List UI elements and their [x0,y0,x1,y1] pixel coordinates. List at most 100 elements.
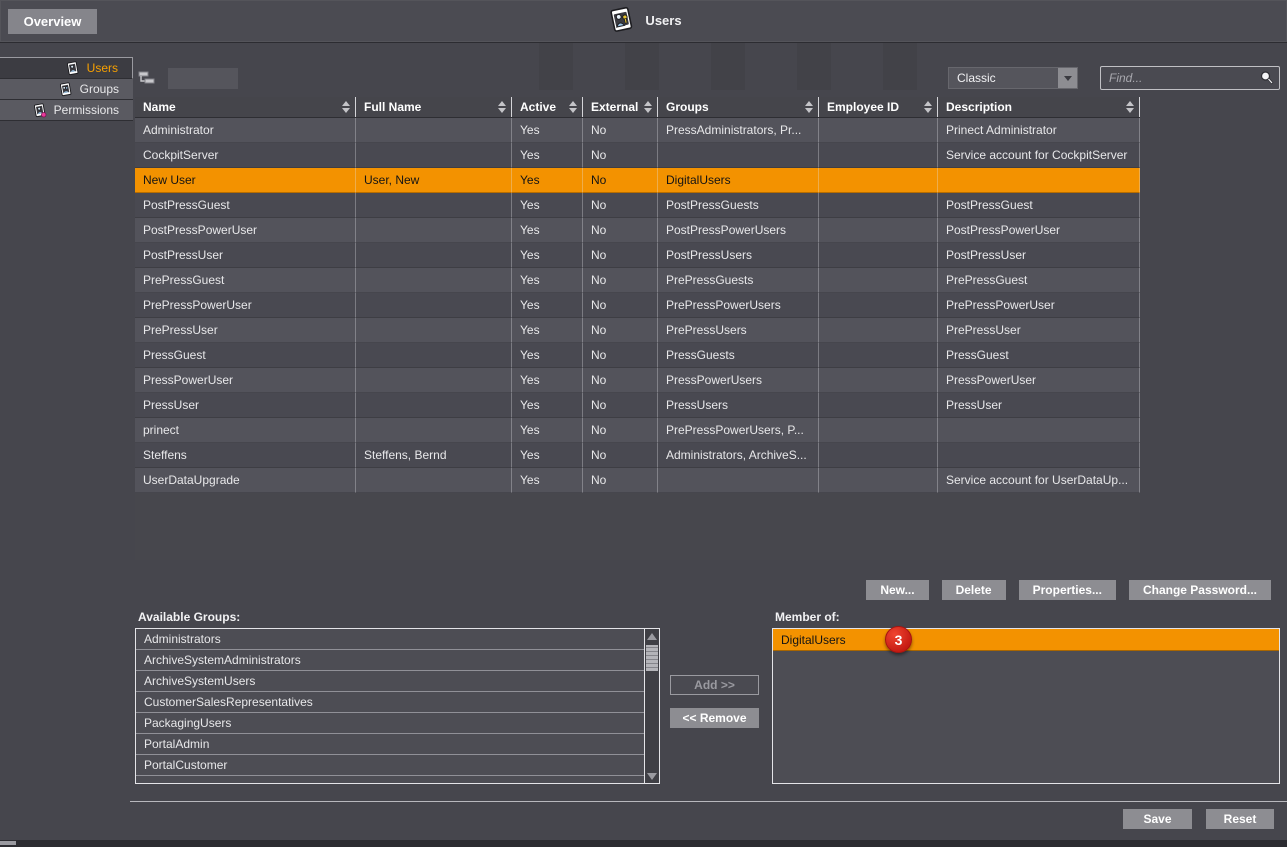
table-row[interactable]: prinectYesNoPrePressPowerUsers, P... [135,418,1140,443]
table-row[interactable]: SteffensSteffens, BerndYesNoAdministrato… [135,443,1140,468]
table-row[interactable]: New UserUser, NewYesNoDigitalUsers [135,168,1140,193]
cell-external: No [583,268,658,293]
sidebar-item-permissions[interactable]: Permissions [0,100,133,121]
find-input[interactable] [1100,66,1280,90]
group-list-item[interactable]: ArchiveSystemAdministrators [136,650,644,671]
table-row[interactable]: PrePressUserYesNoPrePressUsersPrePressUs… [135,318,1140,343]
cell-name: Administrator [135,118,356,143]
cell-description: PrePressUser [938,318,1140,343]
cell-external: No [583,293,658,318]
cell-description: Prinect Administrator [938,118,1140,143]
table-row[interactable]: PressGuestYesNoPressGuestsPressGuest [135,343,1140,368]
search-icon[interactable] [1259,70,1275,86]
table-row[interactable]: CockpitServerYesNoService account for Co… [135,143,1140,168]
column-header-name[interactable]: Name [135,97,356,117]
cell-external: No [583,168,658,193]
cell-external: No [583,443,658,468]
cell-external: No [583,393,658,418]
group-list-item[interactable]: CustomerSalesRepresentatives [136,692,644,713]
group-list-item[interactable]: PortalCustomer [136,755,644,776]
cell-name: New User [135,168,356,193]
cell-employee_id [819,343,938,368]
column-header-employee_id[interactable]: Employee ID [819,97,938,117]
table-row[interactable]: PostPressGuestYesNoPostPressGuestsPostPr… [135,193,1140,218]
new-button[interactable]: New... [866,580,928,600]
reset-button[interactable]: Reset [1206,809,1274,829]
cell-groups: PostPressGuests [658,193,819,218]
cell-full_name: Steffens, Bernd [356,443,512,468]
cell-groups: PressAdministrators, Pr... [658,118,819,143]
table-row[interactable]: PostPressPowerUserYesNoPostPressPowerUse… [135,218,1140,243]
cell-employee_id [819,168,938,193]
sidebar-item-users[interactable]: Users [0,58,133,79]
cell-external: No [583,418,658,443]
table-header-row: Name Full Name ActiveExternalGroups Employe… [135,97,1140,118]
add-button[interactable]: Add >> [670,675,759,695]
scroll-thumb[interactable] [646,645,658,671]
cell-active: Yes [512,368,583,393]
table-row[interactable]: PressUserYesNoPressUsersPressUser [135,393,1140,418]
flat-view-icon[interactable] [138,69,158,87]
sidebar-tabs: Users Groups Permissions [0,57,133,121]
group-list-item[interactable]: PackagingUsers [136,713,644,734]
cell-groups: PressPowerUsers [658,368,819,393]
cell-full_name [356,368,512,393]
save-button[interactable]: Save [1123,809,1192,829]
scroll-up-button[interactable] [645,629,659,643]
table-action-buttons: New... Delete Properties... Change Passw… [135,580,1271,600]
overview-button[interactable]: Overview [8,9,97,34]
cell-active: Yes [512,293,583,318]
scroll-down-button[interactable] [645,769,659,783]
cell-name: Steffens [135,443,356,468]
table-row[interactable]: PrePressPowerUserYesNoPrePressPowerUsers… [135,293,1140,318]
column-header-groups[interactable]: Groups [658,97,819,117]
column-header-label: Full Name [364,100,421,114]
sidebar-item-groups[interactable]: Groups [0,79,133,100]
group-list-item[interactable]: PortalAdmin [136,734,644,755]
cell-name: PrePressGuest [135,268,356,293]
properties-button[interactable]: Properties... [1019,580,1116,600]
cell-full_name [356,418,512,443]
column-header-description[interactable]: Description [938,97,1140,117]
cell-full_name [356,193,512,218]
cell-description: Service account for UserDataUp... [938,468,1140,493]
sort-icon [804,101,814,113]
cell-name: PressPowerUser [135,368,356,393]
cell-active: Yes [512,118,583,143]
table-row[interactable]: UserDataUpgradeYesNoService account for … [135,468,1140,493]
sidebar-item-label: Users [87,61,118,75]
column-header-active[interactable]: Active [512,97,583,117]
cell-full_name [356,243,512,268]
table-row[interactable]: PostPressUserYesNoPostPressUsersPostPres… [135,243,1140,268]
cell-full_name [356,393,512,418]
column-header-external[interactable]: External [583,97,658,117]
available-groups-list: AdministratorsArchiveSystemAdministrator… [135,628,660,784]
quick-filter-box[interactable] [168,68,238,89]
page-title: Users [645,13,681,28]
cell-external: No [583,343,658,368]
view-mode-select[interactable]: Classic [948,67,1078,89]
member-list-item[interactable]: DigitalUsers3 [773,629,1279,651]
resize-grip[interactable] [0,841,16,845]
group-list-item[interactable]: ArchiveSystemUsers [136,671,644,692]
cell-employee_id [819,118,938,143]
column-header-label: Employee ID [827,100,899,114]
users-administration-window: Overview Users Users Groups Permissions [0,0,1287,847]
table-row[interactable]: PrePressGuestYesNoPrePressGuestsPrePress… [135,268,1140,293]
cell-description [938,168,1140,193]
cell-full_name [356,293,512,318]
change-password-button[interactable]: Change Password... [1129,580,1271,600]
remove-button[interactable]: << Remove [670,708,759,728]
cell-active: Yes [512,468,583,493]
cell-full_name [356,318,512,343]
column-header-full_name[interactable]: Full Name [356,97,512,117]
sidebar-item-label: Groups [80,82,119,96]
cell-full_name [356,268,512,293]
table-row[interactable]: AdministratorYesNoPressAdministrators, P… [135,118,1140,143]
delete-button[interactable]: Delete [942,580,1006,600]
group-list-item[interactable]: Administrators [136,629,644,650]
table-row[interactable]: PressPowerUserYesNoPressPowerUsersPressP… [135,368,1140,393]
chevron-down-icon[interactable] [1058,68,1077,88]
scrollbar[interactable] [644,629,659,783]
cell-employee_id [819,293,938,318]
